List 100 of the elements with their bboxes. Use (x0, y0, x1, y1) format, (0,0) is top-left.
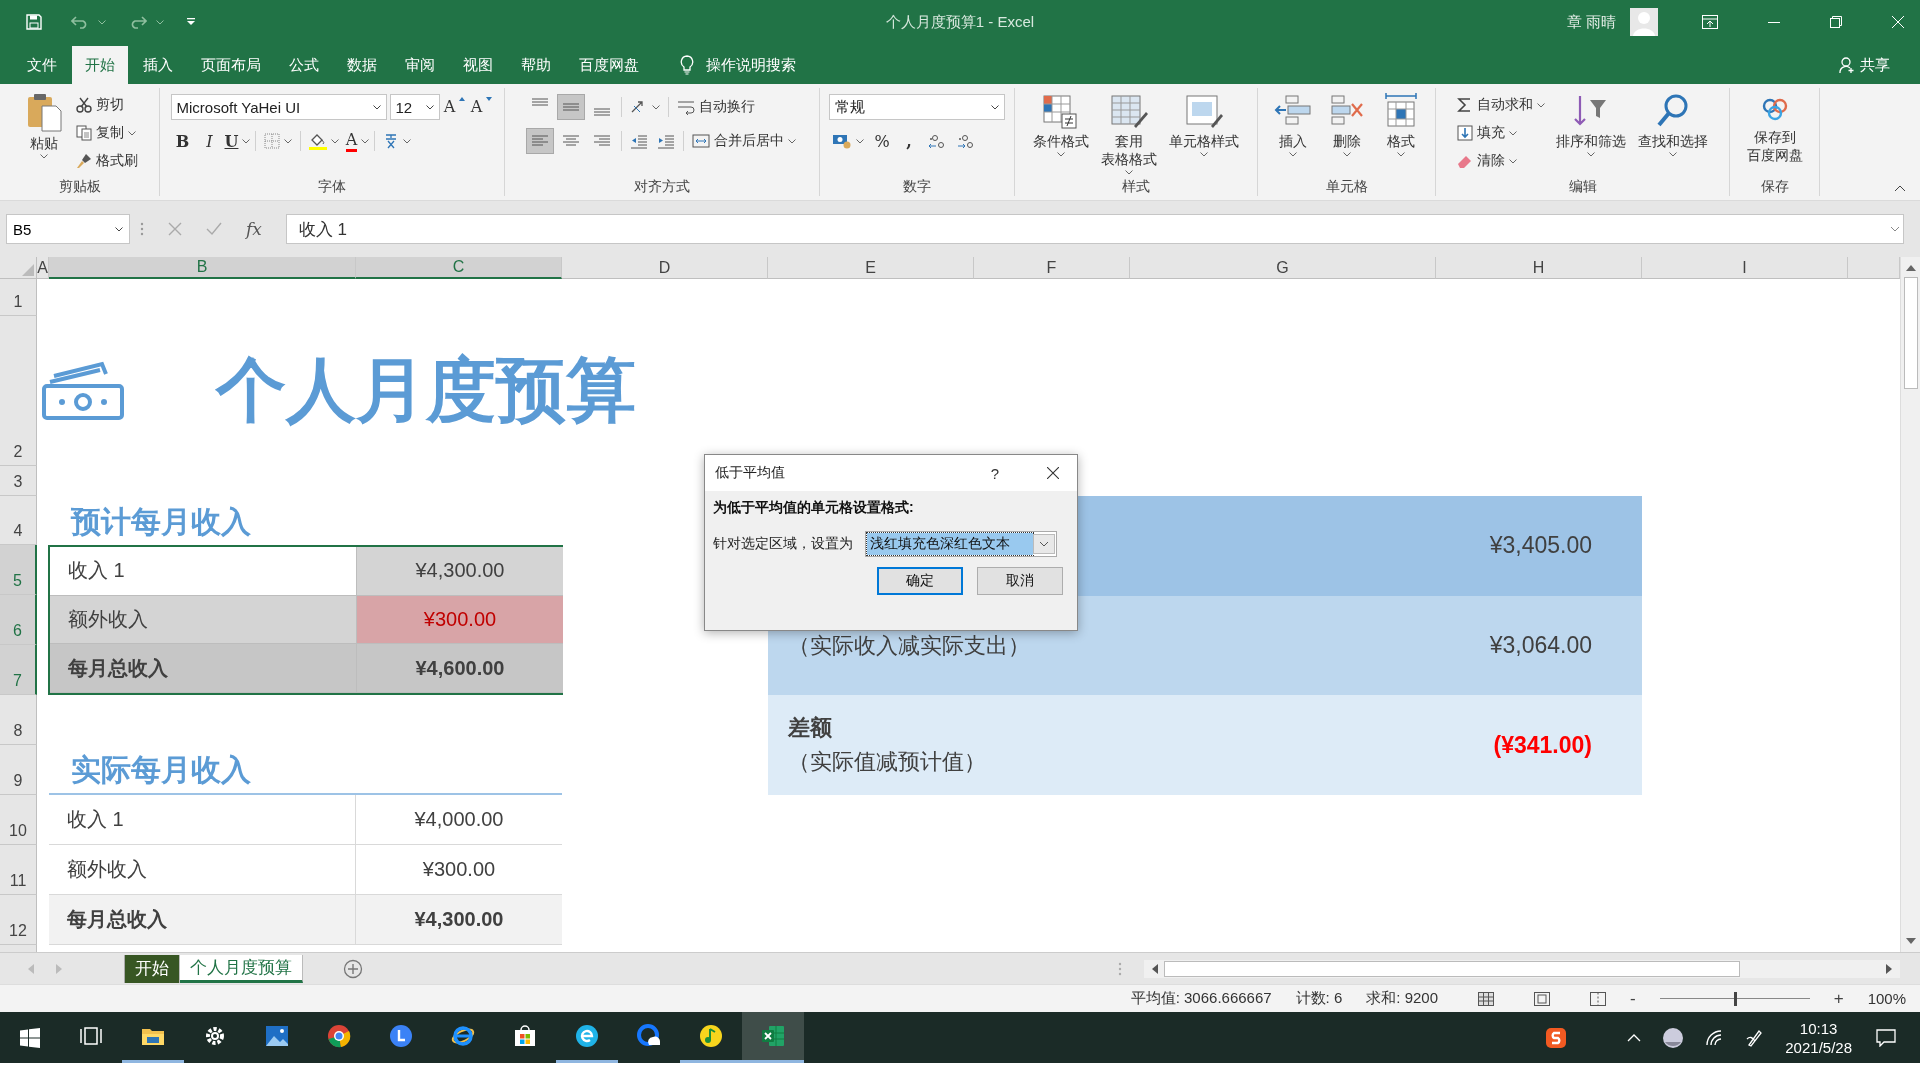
column-header[interactable]: F (974, 257, 1130, 279)
formula-field[interactable]: 收入 1 (285, 214, 1904, 244)
restore-icon[interactable] (1830, 16, 1842, 28)
normal-view-icon[interactable] (1478, 991, 1494, 1006)
cells-button[interactable]: 插入 (1267, 90, 1318, 159)
autosum-button[interactable]: 自动求和 (1453, 92, 1548, 118)
table-cell[interactable]: 每月总收入 (50, 644, 357, 693)
pen-icon[interactable] (1745, 1028, 1764, 1047)
table-cell[interactable]: 每月总收入 (49, 895, 356, 945)
format-painter-button[interactable]: 格式刷 (72, 148, 141, 174)
chevron-up-icon[interactable] (1627, 1033, 1642, 1042)
fill-button[interactable]: 填充 (1453, 120, 1548, 146)
decrease-font-button[interactable]: A (469, 94, 494, 120)
menu-tab[interactable]: 审阅 (392, 46, 448, 84)
help-button[interactable]: ? (983, 464, 1007, 482)
menu-tab[interactable]: 插入 (130, 46, 186, 84)
cancel-button[interactable]: 取消 (977, 567, 1063, 595)
row-header[interactable]: 12 (0, 895, 37, 945)
menu-tab[interactable]: 帮助 (508, 46, 564, 84)
number-format-field[interactable]: 常规 (829, 94, 1005, 120)
increase-font-button[interactable]: A (442, 94, 467, 120)
paste-button[interactable]: 粘贴 (18, 90, 69, 161)
undo-icon[interactable] (71, 15, 89, 29)
align-button[interactable] (525, 128, 554, 154)
scroll-thumb[interactable] (1164, 960, 1740, 977)
table-cell[interactable]: 额外收入 (50, 595, 357, 645)
format-dropdown[interactable]: 浅红填充色深红色文本 (865, 531, 1057, 557)
column-header[interactable]: C (356, 257, 562, 279)
table-cell[interactable]: ¥4,000.00 (356, 795, 562, 845)
share-button[interactable]: 共享 (1839, 46, 1890, 84)
column-header[interactable]: G (1130, 257, 1436, 279)
column-header[interactable]: I (1642, 257, 1848, 279)
ribbon-display-icon[interactable] (1702, 15, 1718, 29)
ok-button[interactable]: 确定 (877, 567, 963, 595)
horizontal-scrollbar[interactable] (1144, 959, 1900, 978)
redo-icon[interactable] (129, 15, 147, 29)
row-header[interactable]: 9 (0, 745, 37, 795)
copy-button[interactable]: 复制 (72, 120, 141, 146)
wrap-text-button[interactable]: 自动换行 (673, 94, 758, 120)
clock-date[interactable]: 2021/5/28 (1785, 1038, 1852, 1056)
input-method-icon[interactable] (1545, 1026, 1568, 1049)
insert-function-button[interactable]: fx (246, 219, 262, 239)
cells-button[interactable]: 删除 (1321, 90, 1372, 159)
add-sheet-icon[interactable] (343, 958, 363, 979)
table-cell[interactable]: ¥4,300.00 (357, 547, 563, 596)
sheet-tab[interactable]: 个人月度预算 (180, 954, 303, 983)
sheet-tab[interactable]: 开始 (125, 954, 180, 983)
search-field[interactable]: 操作说明搜索 (706, 55, 796, 75)
wifi-icon[interactable] (1705, 1029, 1724, 1046)
menu-tab[interactable]: 页面布局 (188, 46, 274, 84)
zoom-out-button[interactable]: - (1630, 988, 1636, 1009)
merge-center-button[interactable]: 合并后居中 (688, 128, 799, 154)
column-header[interactable]: E (768, 257, 974, 279)
styles-button[interactable]: 套用 表格格式 (1097, 90, 1161, 177)
column-header[interactable]: A (37, 257, 49, 279)
column-header[interactable]: B (49, 257, 356, 279)
expand-icon[interactable] (1890, 226, 1900, 232)
menu-tab[interactable]: 文件 (14, 46, 70, 84)
row-header[interactable]: 3 (0, 466, 37, 496)
slider-thumb[interactable] (1733, 991, 1737, 1006)
row-header[interactable]: 5 (0, 545, 37, 595)
save-to-cloud-button[interactable]: 保存到 百度网盘 (1742, 90, 1807, 166)
cells-button[interactable]: 格式 (1375, 90, 1426, 159)
close-icon[interactable] (1047, 467, 1059, 479)
clock-time[interactable]: 10:13 (1799, 1019, 1838, 1037)
page-layout-icon[interactable] (1534, 991, 1550, 1006)
start-icon[interactable] (20, 1027, 40, 1048)
find-select-button[interactable]: 查找和选择 (1633, 90, 1712, 159)
notification-icon[interactable] (1876, 1028, 1896, 1047)
row-header[interactable]: 10 (0, 795, 37, 845)
table-cell[interactable]: ¥4,600.00 (357, 644, 563, 693)
table-cell[interactable]: 收入 1 (50, 547, 357, 596)
font-size-field[interactable]: 12 (389, 94, 440, 120)
zoom-level[interactable]: 100% (1867, 990, 1906, 1007)
clear-button[interactable]: 清除 (1453, 148, 1548, 174)
customize-icon[interactable] (187, 18, 195, 26)
row-header[interactable]: 1 (0, 279, 37, 316)
vertical-scrollbar[interactable] (1900, 257, 1920, 952)
underline-button[interactable]: U (224, 128, 251, 154)
name-box[interactable]: B5 (6, 214, 130, 244)
save-icon[interactable] (26, 14, 42, 30)
menu-tab[interactable]: 开始 (72, 46, 128, 84)
menu-tab[interactable]: 公式 (276, 46, 332, 84)
column-header[interactable]: H (1436, 257, 1642, 279)
row-header[interactable]: 2 (0, 316, 37, 466)
bold-button[interactable]: B (170, 128, 195, 154)
align-button[interactable] (556, 94, 585, 120)
cut-button[interactable]: 剪切 (72, 92, 141, 118)
sort-filter-button[interactable]: 排序和筛选 (1551, 90, 1630, 159)
check-icon[interactable] (206, 222, 222, 236)
font-color-button[interactable]: A (345, 128, 370, 154)
menu-tab[interactable]: 百度网盘 (566, 46, 652, 84)
row-header[interactable]: 8 (0, 695, 37, 745)
row-header[interactable]: 4 (0, 496, 37, 545)
styles-button[interactable]: 条件格式 (1029, 90, 1093, 159)
row-header[interactable]: 6 (0, 595, 37, 645)
percent-button[interactable]: % (870, 128, 894, 154)
menu-tab[interactable]: 数据 (334, 46, 390, 84)
styles-button[interactable]: 单元格样式 (1165, 90, 1243, 159)
italic-button[interactable]: I (197, 128, 222, 154)
